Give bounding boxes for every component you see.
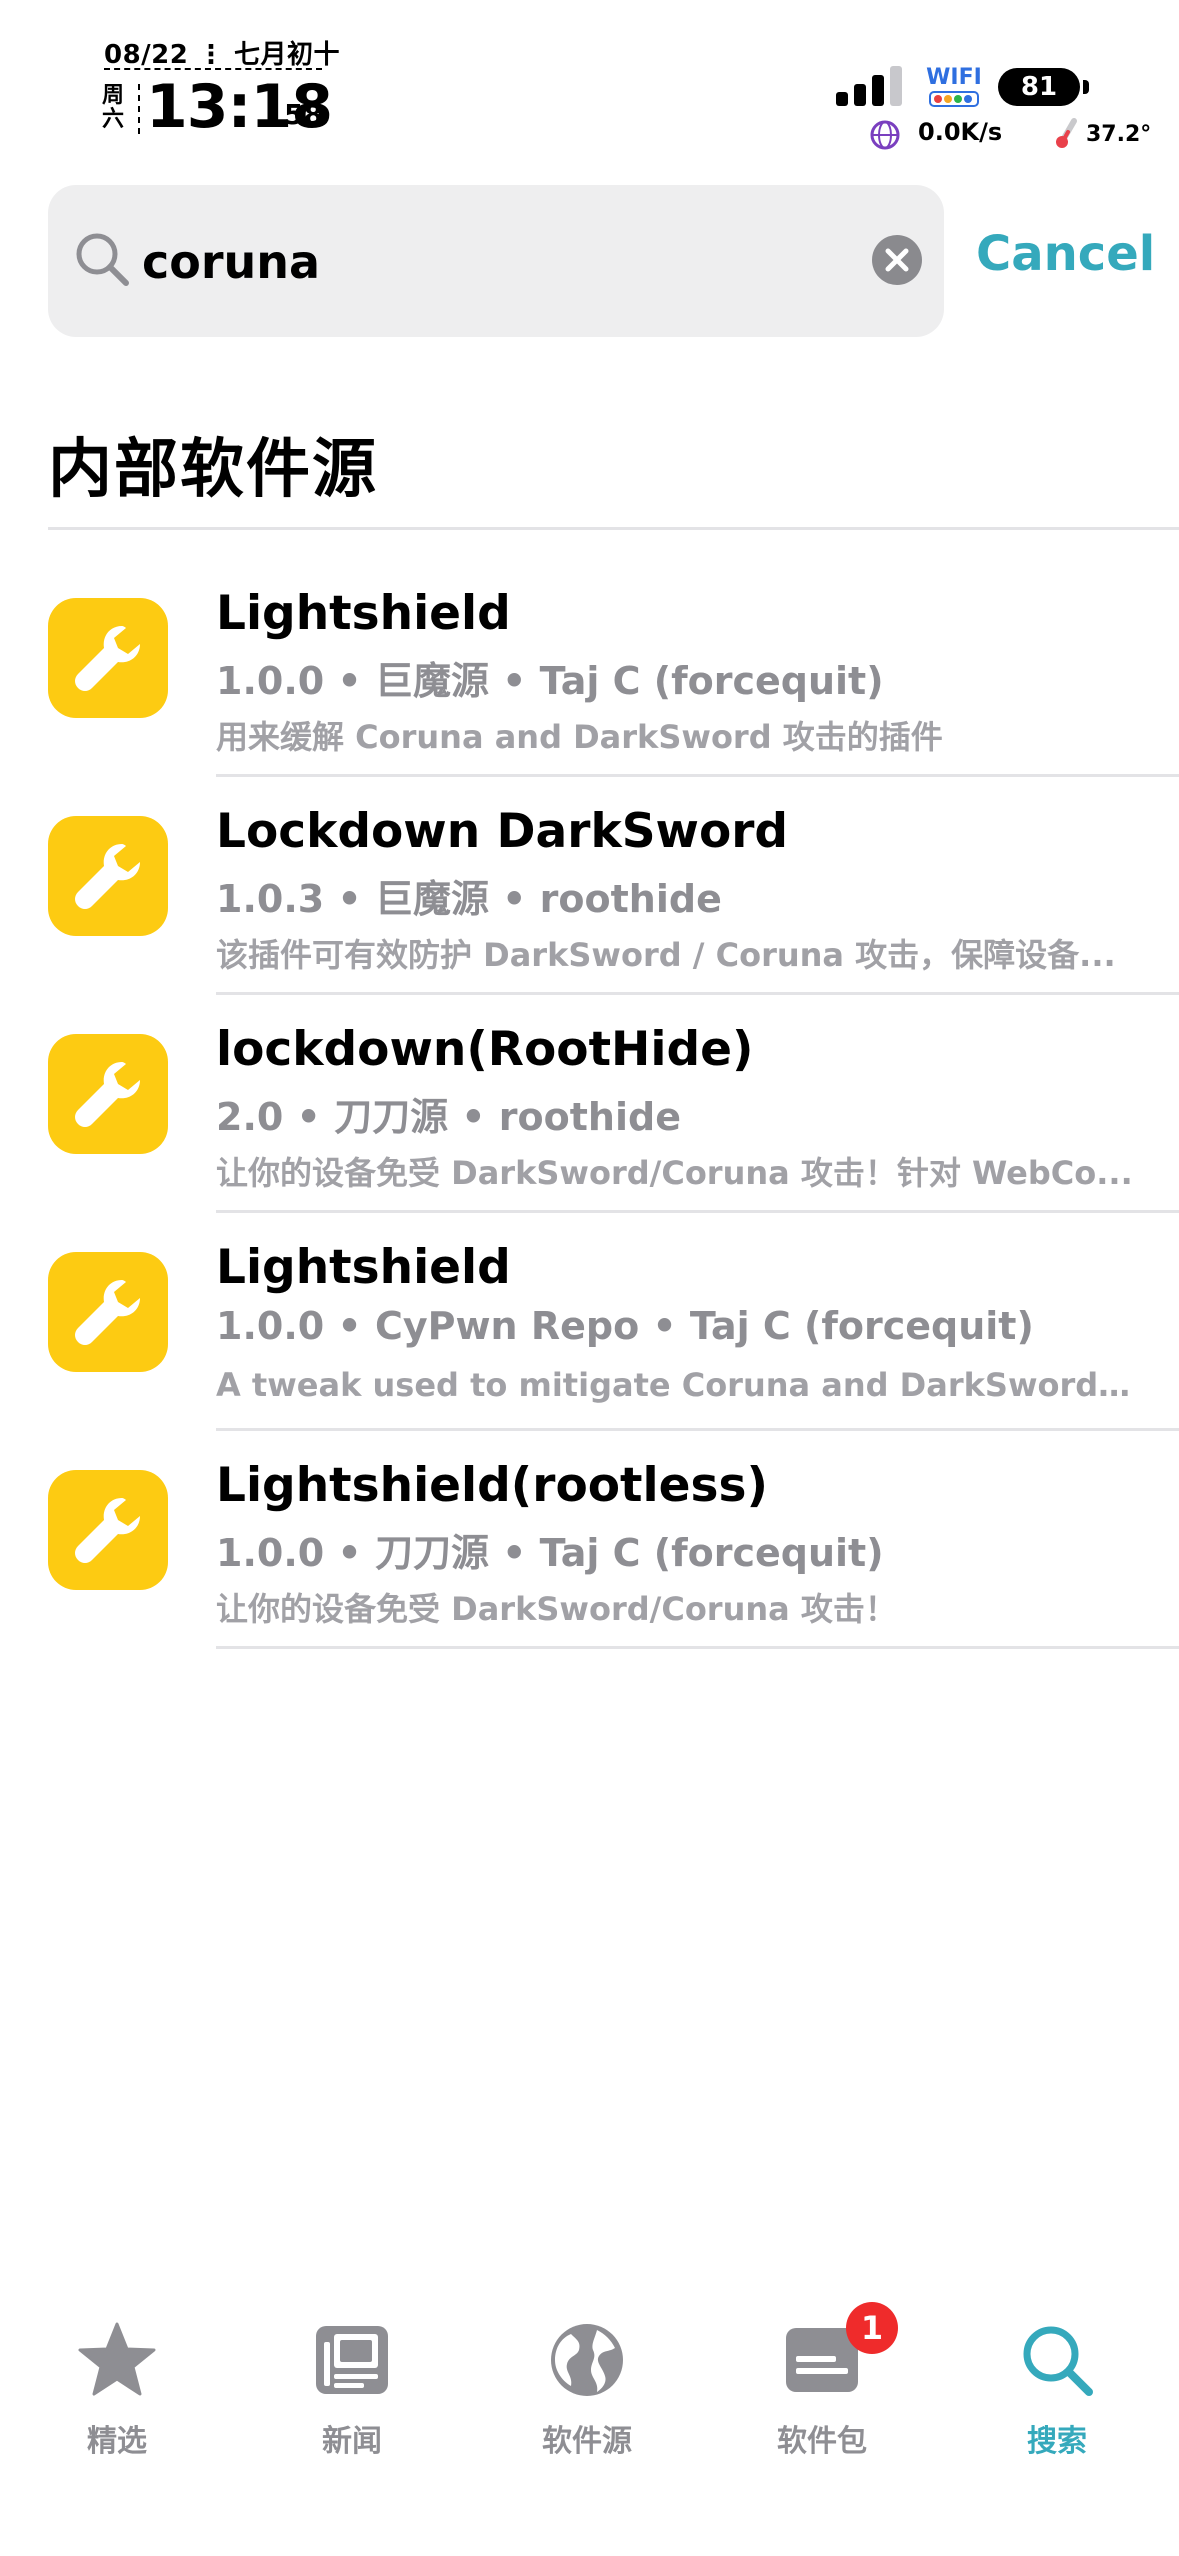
tab-news[interactable]: 新闻 xyxy=(252,2320,452,2470)
search-input[interactable] xyxy=(142,227,862,297)
tab-search[interactable]: 搜索 xyxy=(957,2320,1157,2470)
star-icon xyxy=(78,2322,156,2396)
result-meta: 1.0.0 • 刀刀源 • Taj C (forcequit) xyxy=(216,1531,884,1575)
network-speed: 0.0K/s xyxy=(918,118,1003,146)
result-title: Lightshield xyxy=(216,1240,511,1295)
package-icon-tile xyxy=(48,1034,168,1154)
result-row[interactable]: Lockdown DarkSword 1.0.3 • 巨魔源 • roothid… xyxy=(0,776,1179,995)
thermometer-icon xyxy=(1056,118,1077,148)
result-title: Lightshield xyxy=(216,586,511,641)
wrench-icon xyxy=(75,1280,140,1345)
result-title: lockdown(RootHide) xyxy=(216,1022,754,1077)
wifi-indicator: WIFI xyxy=(924,64,984,108)
device-temperature: 37.2° xyxy=(1086,122,1152,147)
result-title: Lightshield(rootless) xyxy=(216,1458,768,1513)
cancel-button[interactable]: Cancel xyxy=(976,226,1155,282)
tab-label: 软件源 xyxy=(542,2424,632,2459)
row-divider xyxy=(216,1646,1179,1649)
result-row[interactable]: Lightshield 1.0.0 • 巨魔源 • Taj C (forcequ… xyxy=(0,558,1179,777)
tab-label: 精选 xyxy=(87,2424,147,2459)
section-divider xyxy=(48,527,1179,530)
status-vertical-divider xyxy=(138,84,140,134)
wrench-icon xyxy=(75,1498,140,1563)
status-bar: 08/22 ⋮ 七月初十 周 六 13:18 58 WIFI 81 0.0K/s xyxy=(0,0,1179,170)
tab-label: 新闻 xyxy=(322,2424,382,2459)
section-title: 内部软件源 xyxy=(48,433,378,507)
cellular-signal-icon xyxy=(836,66,902,106)
result-meta: 2.0 • 刀刀源 • roothide xyxy=(216,1095,681,1139)
result-meta: 1.0.0 • CyPwn Repo • Taj C (forcequit) xyxy=(216,1304,1034,1348)
search-icon xyxy=(1023,2326,1093,2396)
tab-featured[interactable]: 精选 xyxy=(17,2320,217,2470)
tab-label: 搜索 xyxy=(1027,2424,1087,2459)
result-description: 让你的设备免受 DarkSword/Coruna 攻击！针对 WebCo... xyxy=(216,1154,1133,1192)
package-icon-tile xyxy=(48,1252,168,1372)
result-title: Lockdown DarkSword xyxy=(216,804,789,859)
wrench-icon xyxy=(75,1062,140,1127)
status-seconds: 58 xyxy=(284,98,323,131)
package-icon-tile xyxy=(48,598,168,718)
result-meta: 1.0.0 • 巨魔源 • Taj C (forcequit) xyxy=(216,659,884,703)
wifi-label: WIFI xyxy=(926,65,982,90)
weekday-top: 周 xyxy=(101,83,124,108)
packages-badge: 1 xyxy=(846,2302,898,2354)
tab-packages[interactable]: 1 软件包 xyxy=(722,2302,922,2470)
tab-sources[interactable]: 软件源 xyxy=(487,2320,687,2470)
weekday-bottom: 六 xyxy=(101,107,124,132)
result-description: 该插件可有效防护 DarkSword / Coruna 攻击，保障设备... xyxy=(216,936,1116,974)
clear-search-icon[interactable] xyxy=(870,233,924,287)
wrench-icon xyxy=(75,844,140,909)
newspaper-icon xyxy=(316,2326,388,2394)
wrench-icon xyxy=(75,626,140,691)
result-row[interactable]: Lightshield(rootless) 1.0.0 • 刀刀源 • Taj … xyxy=(0,1430,1179,1649)
package-icon-tile xyxy=(48,816,168,936)
result-description: 让你的设备免受 DarkSword/Coruna 攻击！ xyxy=(216,1590,897,1628)
status-divider xyxy=(104,68,322,70)
wifi-icon: WIFI xyxy=(926,65,982,107)
result-description: A tweak used to mitigate Coruna and Dark… xyxy=(216,1366,1136,1404)
search-icon xyxy=(76,233,129,286)
battery-indicator: 81 xyxy=(998,68,1089,106)
result-row[interactable]: lockdown(RootHide) 2.0 • 刀刀源 • roothide … xyxy=(0,994,1179,1213)
package-icon-tile xyxy=(48,1470,168,1590)
result-meta: 1.0.3 • 巨魔源 • roothide xyxy=(216,877,722,921)
status-date: 08/22 ⋮ 七月初十 xyxy=(104,40,340,70)
result-description: 用来缓解 Coruna and DarkSword 攻击的插件 xyxy=(216,718,943,756)
result-row[interactable]: Lightshield 1.0.0 • CyPwn Repo • Taj C (… xyxy=(0,1212,1179,1431)
tab-label: 软件包 xyxy=(777,2424,867,2459)
tab-bar: 精选 新闻 软件源 1 软件包 搜索 xyxy=(0,2290,1179,2556)
status-weekday: 周 六 xyxy=(100,84,126,132)
globe-icon xyxy=(551,2324,623,2396)
search-bar[interactable] xyxy=(48,185,944,337)
network-globe-icon xyxy=(870,120,900,150)
